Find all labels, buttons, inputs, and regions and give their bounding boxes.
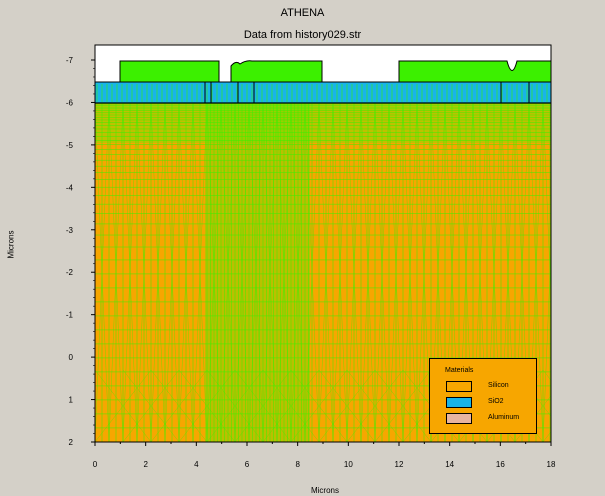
legend-item-sio2: SiO2 [446,397,536,409]
legend-label-aluminum: Aluminum [488,414,520,421]
y-tick-label: -5 [66,141,74,150]
x-tick-label: 16 [496,460,505,469]
y-tick-label: -6 [66,98,74,107]
y-tick-label: 1 [69,396,74,405]
x-tick-label: 8 [295,460,300,469]
oxide-openings [95,81,551,104]
legend-swatch-silicon [446,381,472,392]
x-tick-label: 6 [245,460,250,469]
legend-swatch-sio2 [446,397,472,408]
legend-label-sio2: SiO2 [488,398,504,405]
y-tick-label: -1 [66,311,74,320]
y-tick-label: -7 [66,56,74,65]
x-tick-label: 10 [344,460,353,469]
x-tick-label: 2 [143,460,148,469]
x-tick-label: 12 [395,460,404,469]
legend-item-aluminum: Aluminum [446,413,536,425]
y-tick-label: -3 [66,226,74,235]
legend-label-silicon: Silicon [488,382,509,389]
y-tick-label: 0 [69,353,74,362]
block-right-top [398,60,551,83]
materials-legend: Materials Silicon SiO2 Aluminum [429,358,537,434]
block-center-top [230,60,323,83]
x-tick-label: 0 [93,460,98,469]
legend-title: Materials [445,367,474,374]
y-tick-label: 2 [69,438,74,447]
x-tick-label: 14 [445,460,454,469]
y-tick-label: -2 [66,268,74,277]
x-tick-label: 18 [547,460,556,469]
y-axis-ticks: -7 -6 -5 -4 -3 -2 -1 0 1 2 [66,56,95,447]
legend-swatch-aluminum [446,413,472,424]
x-axis-ticks: 0 2 4 6 8 10 12 14 16 18 [93,442,556,469]
legend-item-silicon: Silicon [446,381,536,393]
x-tick-label: 4 [194,460,199,469]
y-axis-label: Microns [6,230,16,259]
y-tick-label: -4 [66,183,74,192]
x-axis-label: Microns [310,486,339,495]
